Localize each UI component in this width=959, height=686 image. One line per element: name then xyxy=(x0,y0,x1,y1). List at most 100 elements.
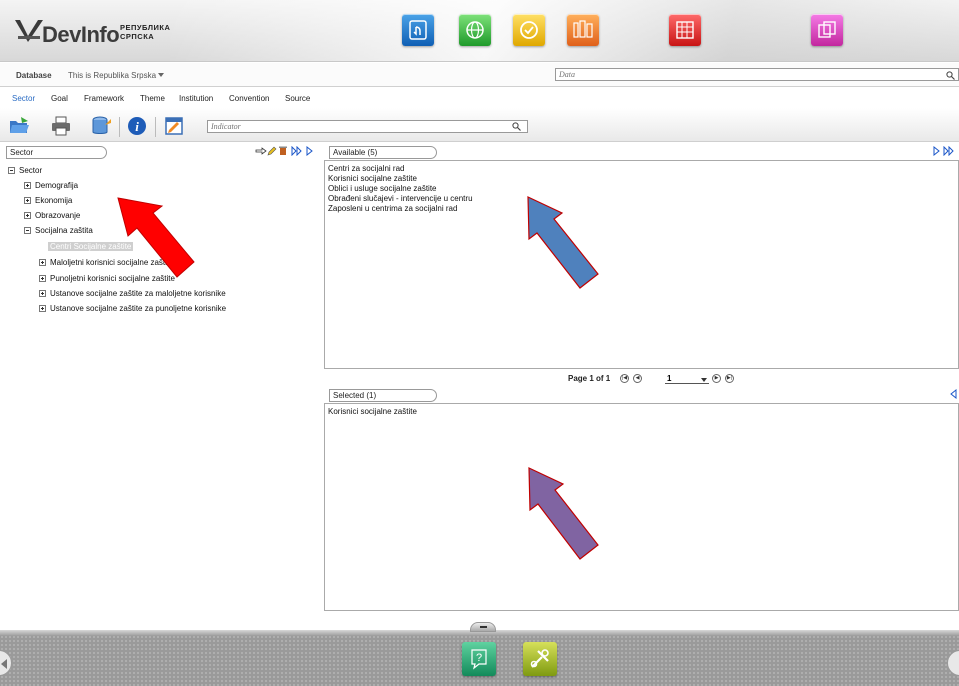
tab-institution[interactable]: Institution xyxy=(179,94,213,103)
open-folder-icon xyxy=(10,117,29,133)
tree-item-selected[interactable]: Centri Socijalne zaštite xyxy=(48,242,134,252)
tree-item[interactable]: Maloljetni korisnici socijalne zaštite xyxy=(39,258,174,268)
logo-subtitle-line2: СРПСКА xyxy=(120,32,155,41)
devinfo-window: DevInfo РЕПУБЛИКА СРПСКА Database This i… xyxy=(0,0,959,686)
tree-item[interactable]: Socijalna zaštita xyxy=(24,226,93,236)
app-tile-table[interactable] xyxy=(669,14,701,46)
tree-item-label: Ustanove socijalne zaštite za maloljetne… xyxy=(50,289,226,298)
tree-item-label: Ekonomija xyxy=(35,196,73,205)
help-button[interactable]: ? xyxy=(462,642,496,676)
hand-pointer-icon[interactable] xyxy=(255,146,267,156)
tree-item[interactable]: Obrazovanje xyxy=(24,211,80,221)
last-page-icon[interactable]: ▶| xyxy=(725,374,734,383)
search-icon[interactable] xyxy=(512,122,521,131)
search-icon[interactable] xyxy=(946,71,955,80)
app-tile-stack[interactable] xyxy=(811,14,843,46)
list-item[interactable]: Korisnici socijalne zaštite xyxy=(328,407,417,417)
logo-subtitle-line1: РЕПУБЛИКА xyxy=(120,23,171,32)
database-icon xyxy=(92,116,111,134)
indicator-search-input[interactable] xyxy=(211,121,467,132)
sector-filter[interactable]: Sector xyxy=(6,146,107,159)
print-button[interactable] xyxy=(50,115,72,137)
arrow-left-icon[interactable] xyxy=(949,389,957,399)
devinfo-mark-icon xyxy=(15,20,43,42)
pencil-icon[interactable] xyxy=(267,146,277,156)
touch-select-icon xyxy=(409,20,427,40)
app-header: DevInfo РЕПУБЛИКА СРПСКА xyxy=(0,0,959,62)
tree-item-label: Maloljetni korisnici socijalne zaštite xyxy=(50,258,174,267)
list-item[interactable]: Centri za socijalni rad xyxy=(328,164,404,174)
list-item[interactable]: Zaposleni u centrima za socijalni rad xyxy=(328,204,457,214)
tab-sector[interactable]: Sector xyxy=(12,94,35,103)
sector-panel: Sector Sector Demografija Ekonomija Obra… xyxy=(0,143,323,616)
collapse-icon[interactable] xyxy=(8,167,15,174)
app-tile-check[interactable] xyxy=(513,14,545,46)
app-tile-touch[interactable] xyxy=(402,14,434,46)
tree-item[interactable]: Demografija xyxy=(24,181,78,191)
expand-icon[interactable] xyxy=(24,212,31,219)
expand-icon[interactable] xyxy=(39,259,46,266)
minus-icon xyxy=(480,626,487,628)
available-header: Available (5) xyxy=(329,146,437,159)
expand-icon[interactable] xyxy=(39,275,46,282)
tab-theme[interactable]: Theme xyxy=(140,94,165,103)
logo-subtitle: РЕПУБЛИКА СРПСКА xyxy=(120,23,170,41)
indicator-search-box xyxy=(207,120,528,133)
expand-icon[interactable] xyxy=(39,290,46,297)
arrow-right-icon[interactable] xyxy=(306,146,314,156)
tools-icon xyxy=(530,649,549,668)
database-selector[interactable]: This is Republika Srpska xyxy=(68,71,156,80)
expand-icon[interactable] xyxy=(39,305,46,312)
expand-icon[interactable] xyxy=(24,197,31,204)
double-arrow-right-icon[interactable] xyxy=(943,146,955,156)
database-button[interactable] xyxy=(90,115,112,137)
tree-root[interactable]: Sector xyxy=(8,166,42,176)
tree-item[interactable]: Punoljetni korisnici socijalne zaštite xyxy=(39,274,175,284)
pager: Page 1 of 1 |◀ ◀ 1 ▶ ▶| xyxy=(323,369,959,389)
tree-item[interactable]: Ekonomija xyxy=(24,196,72,206)
collapse-footer-button[interactable] xyxy=(470,622,496,632)
app-tile-globe[interactable] xyxy=(459,14,491,46)
help-icon: ? xyxy=(471,649,487,670)
available-list[interactable]: Centri za socijalni rad Korisnici socija… xyxy=(324,160,959,369)
list-item[interactable]: Korisnici socijalne zaštite xyxy=(328,174,417,184)
next-page-icon[interactable]: ▶ xyxy=(712,374,721,383)
devinfo-logo: DevInfo РЕПУБЛИКА СРПСКА xyxy=(14,16,172,48)
collapse-icon[interactable] xyxy=(24,227,31,234)
double-arrow-right-icon[interactable] xyxy=(291,146,303,156)
chevron-down-icon[interactable] xyxy=(158,73,164,77)
arrow-right-icon[interactable] xyxy=(933,146,941,156)
data-search-input[interactable] xyxy=(559,69,881,80)
tab-source[interactable]: Source xyxy=(285,94,310,103)
list-item[interactable]: Oblici i usluge socijalne zaštite xyxy=(328,184,437,194)
indicator-area: Available (5) Centri za socijalni rad Ko… xyxy=(323,143,959,616)
tools-button[interactable] xyxy=(523,642,557,676)
print-icon xyxy=(52,116,70,136)
toolbar-divider xyxy=(119,117,120,137)
data-search-box xyxy=(555,68,959,81)
tab-framework[interactable]: Framework xyxy=(84,94,124,103)
tree-item-label: Sector xyxy=(19,166,43,175)
gallery-icon xyxy=(573,20,593,38)
chevron-down-icon[interactable] xyxy=(701,378,707,382)
info-button[interactable]: i xyxy=(126,115,148,137)
selected-list[interactable]: Korisnici socijalne zaštite xyxy=(324,403,959,611)
list-item[interactable]: Obrađeni slučajevi - intervencije u cent… xyxy=(328,194,473,204)
first-page-icon[interactable]: |◀ xyxy=(620,374,629,383)
expand-icon[interactable] xyxy=(24,182,31,189)
tab-convention[interactable]: Convention xyxy=(229,94,269,103)
app-tile-gallery[interactable] xyxy=(567,14,599,46)
prev-page-icon[interactable]: ◀ xyxy=(633,374,642,383)
edit-window-icon xyxy=(165,117,183,135)
globe-icon xyxy=(466,21,484,39)
tree-item-label: Punoljetni korisnici socijalne zaštite xyxy=(50,274,175,283)
trash-icon[interactable] xyxy=(278,145,288,156)
tree-item-label: Obrazovanje xyxy=(35,211,81,220)
edit-window-button[interactable] xyxy=(163,115,185,137)
tab-goal[interactable]: Goal xyxy=(51,94,68,103)
tree-item[interactable]: Ustanove socijalne zaštite za punoljetne… xyxy=(39,304,226,314)
open-folder-button[interactable] xyxy=(8,115,30,137)
tree-item-label: Demografija xyxy=(35,181,79,190)
tree-item[interactable]: Ustanove socijalne zaštite za maloljetne… xyxy=(39,289,226,299)
svg-text:?: ? xyxy=(476,652,482,664)
